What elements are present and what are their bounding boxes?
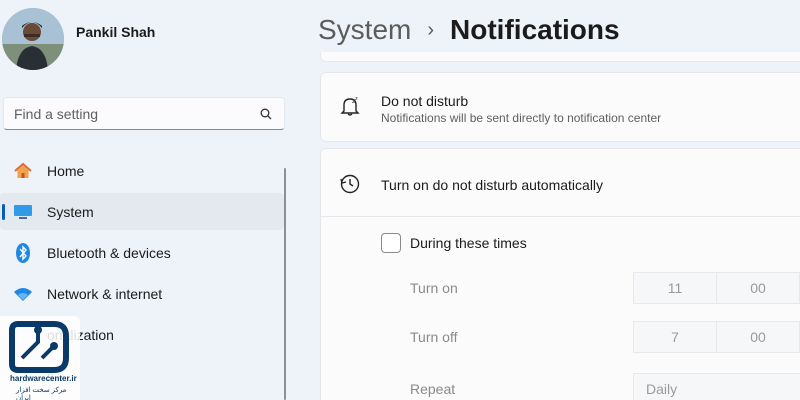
repeat-select[interactable]: Daily <box>633 373 800 400</box>
turn-off-minute[interactable]: 00 <box>716 321 800 353</box>
sidebar-item-label: Home <box>47 162 85 179</box>
auto-dnd-header[interactable]: Turn on do not disturb automatically <box>321 149 800 216</box>
clock-icon <box>339 173 361 195</box>
divider <box>321 216 800 217</box>
breadcrumb: System › Notifications <box>318 10 620 50</box>
sidebar-item-label: System <box>47 203 94 220</box>
breadcrumb-parent[interactable]: System <box>318 14 411 46</box>
do-not-disturb-card[interactable]: zz Do not disturb Notifications will be … <box>320 72 800 142</box>
do-not-disturb-icon: zz <box>339 95 361 117</box>
sidebar-scrollbar[interactable] <box>284 168 286 400</box>
turn-on-minute[interactable]: 00 <box>716 272 800 304</box>
turn-on-hour[interactable]: 11 <box>633 272 717 304</box>
auto-dnd-card: Turn on do not disturb automatically Dur… <box>320 148 800 400</box>
during-times-label: During these times <box>410 235 527 251</box>
svg-text:z: z <box>355 96 358 102</box>
sidebar-item-network[interactable]: Network & internet <box>0 275 284 312</box>
sidebar-item-label: Bluetooth & devices <box>47 244 171 261</box>
turn-on-label: Turn on <box>410 280 458 296</box>
auto-dnd-title: Turn on do not disturb automatically <box>381 177 604 193</box>
watermark: hardwarecenter.ir مرکز سخت افزار ایران <box>0 316 80 400</box>
wifi-icon <box>12 284 34 304</box>
avatar[interactable] <box>2 8 64 70</box>
user-name: Pankil Shah <box>76 24 156 40</box>
sidebar-item-label: Network & internet <box>47 285 163 302</box>
home-icon <box>12 161 34 181</box>
watermark-text: hardwarecenter.ir <box>10 374 77 383</box>
turn-off-label: Turn off <box>410 329 458 345</box>
watermark-logo <box>9 321 69 373</box>
previous-setting-card <box>320 52 800 62</box>
page-title: Notifications <box>450 14 620 45</box>
sidebar-item-system[interactable]: System <box>0 193 284 230</box>
search-input[interactable] <box>14 105 258 122</box>
sidebar-item-bluetooth[interactable]: Bluetooth & devices <box>0 234 284 271</box>
during-times-checkbox[interactable] <box>381 233 401 253</box>
search-box[interactable] <box>3 97 285 130</box>
bluetooth-icon <box>12 242 34 263</box>
sidebar-item-home[interactable]: Home <box>0 152 284 189</box>
repeat-label: Repeat <box>410 381 456 397</box>
dnd-title: Do not disturb <box>381 93 469 109</box>
dnd-description: Notifications will be sent directly to n… <box>381 111 662 125</box>
watermark-subtext: مرکز سخت افزار ایران <box>16 387 67 400</box>
system-icon <box>12 202 34 222</box>
turn-off-hour[interactable]: 7 <box>633 321 717 353</box>
search-icon[interactable] <box>258 106 274 122</box>
breadcrumb-separator: › <box>427 18 435 41</box>
